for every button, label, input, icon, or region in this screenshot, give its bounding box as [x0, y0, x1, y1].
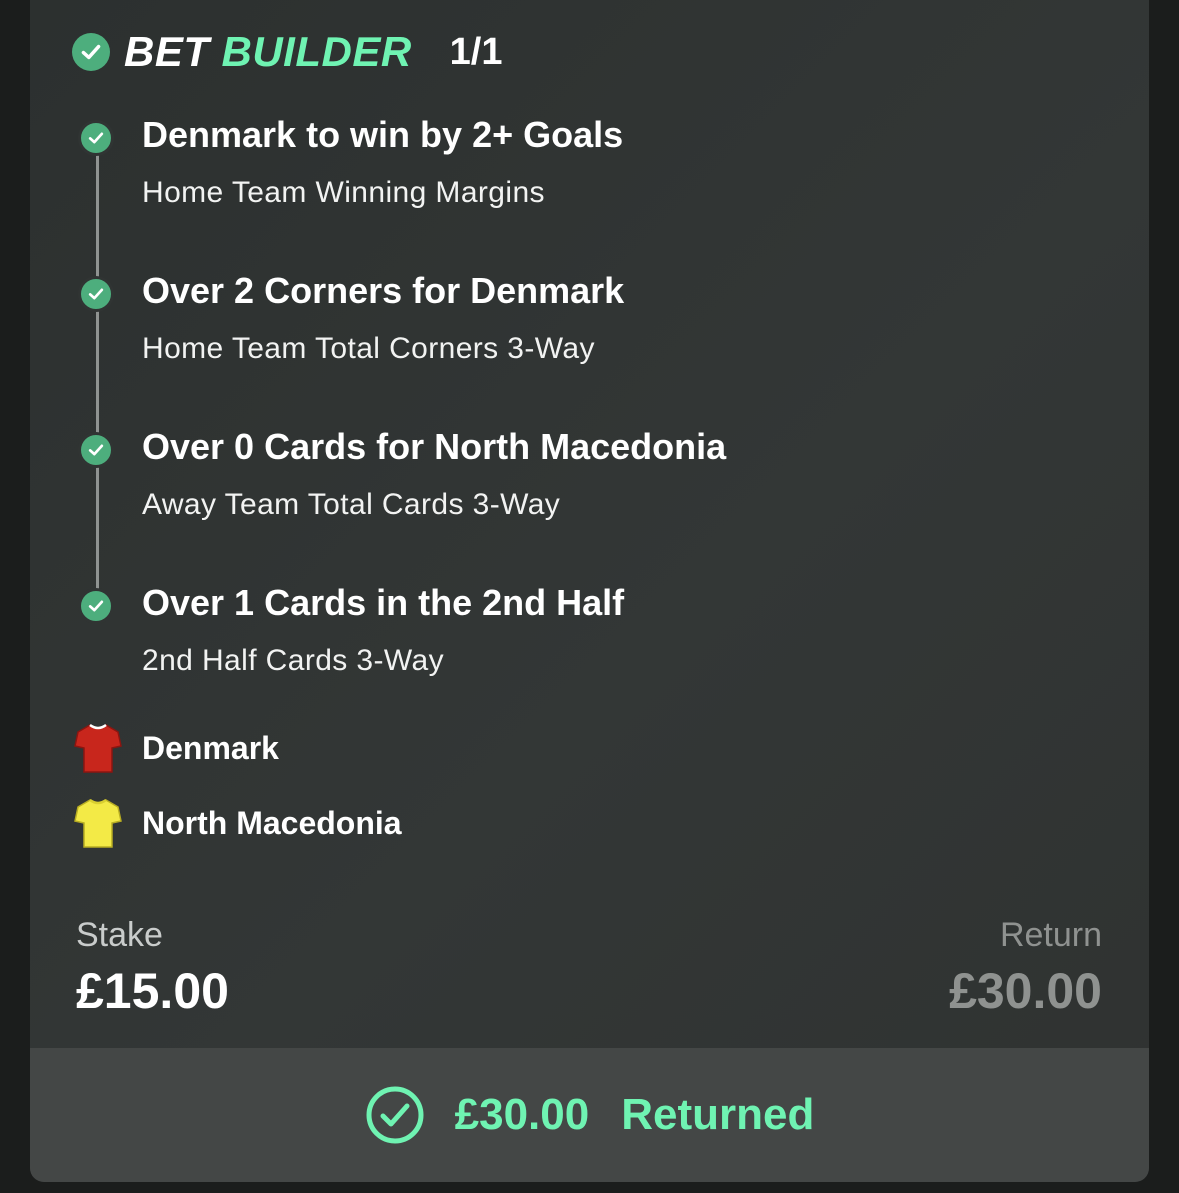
- leg-selection: Over 1 Cards in the 2nd Half: [142, 582, 625, 623]
- shirt-icon: [74, 798, 122, 848]
- return-value: £30.00: [949, 963, 1102, 1019]
- title-bet: BET: [124, 28, 210, 75]
- check-icon: [78, 276, 114, 312]
- check-circle-icon: [366, 1086, 424, 1144]
- check-icon: [72, 33, 110, 71]
- legs-timeline: [96, 138, 99, 604]
- leg-market: Home Team Winning Margins: [142, 176, 545, 209]
- check-icon: [78, 432, 114, 468]
- away-team: North Macedonia: [74, 797, 402, 849]
- returned-status: Returned: [621, 1090, 815, 1139]
- leg-selection: Over 2 Corners for Denmark: [142, 270, 625, 311]
- leg-market: 2nd Half Cards 3-Way: [142, 644, 444, 677]
- returned-amount: £30.00: [454, 1090, 590, 1139]
- returned-banner: £30.00 Returned: [30, 1048, 1149, 1182]
- check-icon: [78, 588, 114, 624]
- bet-header: BET BUILDER 1/1: [72, 28, 503, 76]
- home-team-name: Denmark: [142, 729, 279, 766]
- stake-value: £15.00: [76, 963, 229, 1019]
- leg-selection: Over 0 Cards for North Macedonia: [142, 426, 727, 467]
- leg-count: 1/1: [449, 30, 503, 73]
- home-team: Denmark: [74, 722, 279, 774]
- away-team-name: North Macedonia: [142, 804, 402, 841]
- bet-card: BET BUILDER 1/1 Denmark to win by 2+ Goal…: [30, 0, 1149, 1182]
- return-label: Return: [999, 916, 1102, 954]
- title-builder: BUILDER: [221, 28, 412, 75]
- shirt-icon: [74, 723, 122, 773]
- check-icon: [78, 120, 114, 156]
- bet-type-title: BET BUILDER: [124, 28, 412, 76]
- leg-market: Home Team Total Corners 3-Way: [142, 332, 595, 365]
- leg-selection: Denmark to win by 2+ Goals: [142, 114, 624, 155]
- stake-label: Stake: [76, 916, 163, 954]
- leg-market: Away Team Total Cards 3-Way: [142, 488, 561, 521]
